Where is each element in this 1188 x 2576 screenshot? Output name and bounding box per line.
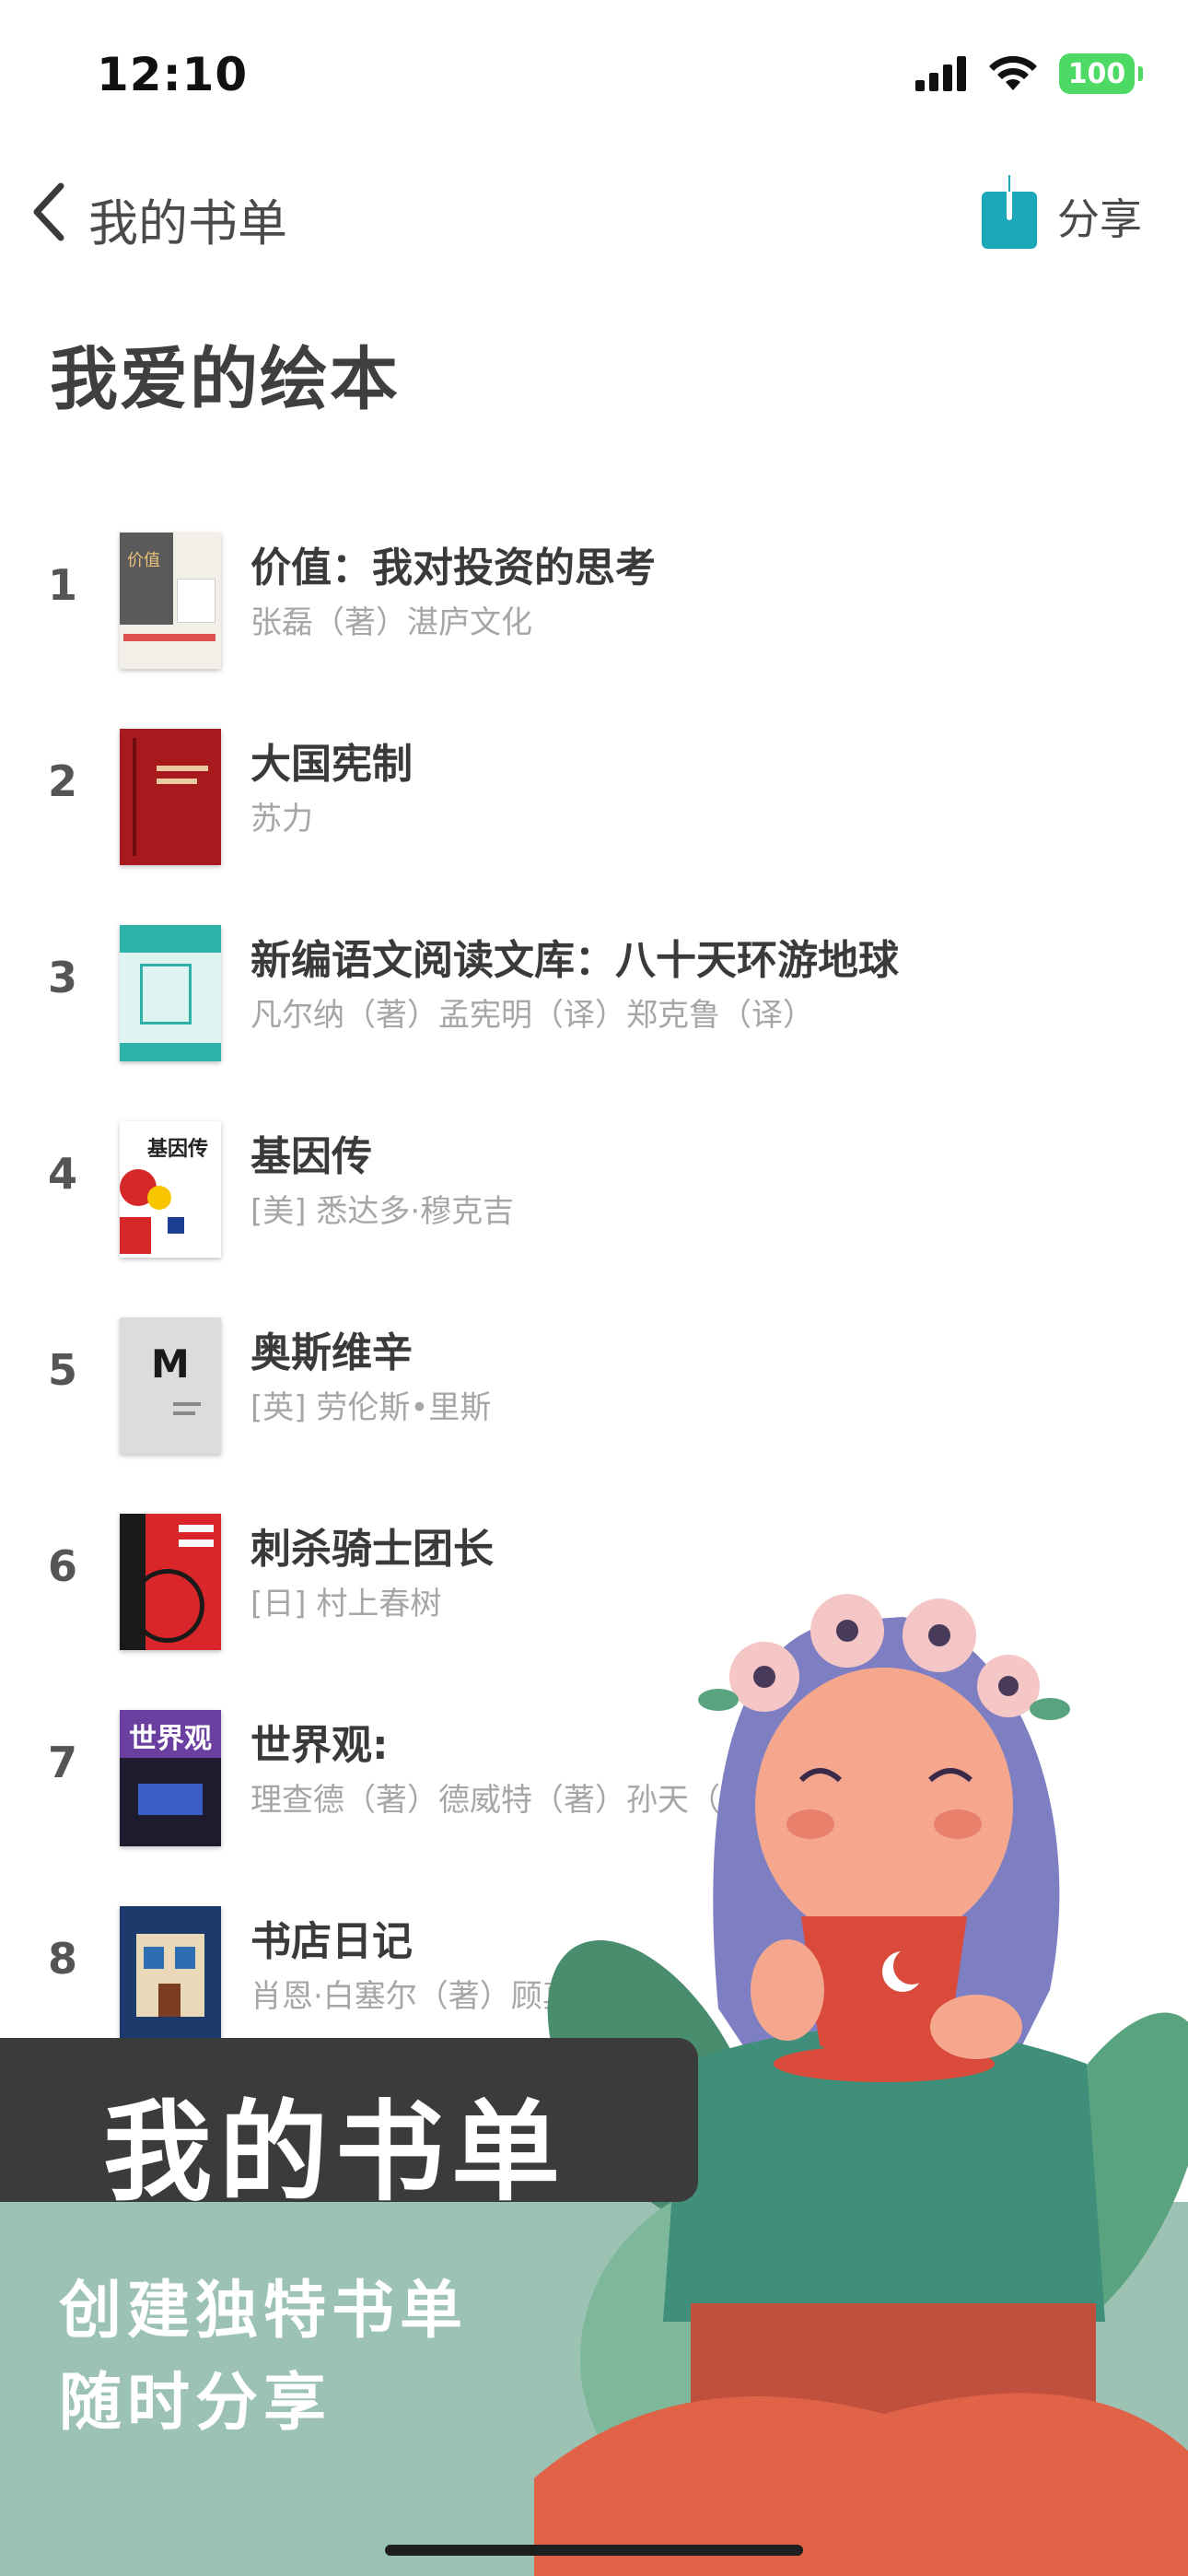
share-icon[interactable] [978,171,1041,251]
back-button-label[interactable]: 我的书单 [88,182,287,255]
book-title: 世界观: [250,1722,389,1769]
rank-number: 1 [47,560,77,610]
book-author: [日] 村上春树 [250,1586,442,1622]
promo-line-1: 创建独特书单 [59,2275,469,2348]
promo-line-2: 随时分享 [59,2367,332,2440]
book-title: 基因传 [250,1133,372,1180]
book-cover [120,729,221,865]
rank-number: 5 [47,1345,77,1395]
page-title: 我爱的绘本 [50,340,400,419]
book-author: 张磊（著）湛庐文化 [250,604,532,641]
cover-text: 价值 [127,551,160,570]
promo-banner-title: 我的书单 [103,2089,568,2216]
cover-text: M [151,1341,190,1387]
list-item[interactable]: 2 大国宪制 苏力 [0,712,1188,896]
book-cover: 世界观 [120,1710,221,1846]
book-author: 苏力 [250,801,313,837]
book-author: 肖恩·白塞尔（著）顾真 [250,1978,574,2015]
cover-text: 世界观 [129,1723,212,1755]
nav-bar: 我的书单 分享 [0,166,1188,258]
status-time: 12:10 [97,48,249,101]
rank-number: 3 [47,953,77,1002]
book-author: [美] 悉达多·穆克吉 [250,1193,515,1230]
rank-number: 8 [47,1934,77,1984]
list-item[interactable]: 3 新编语文阅读文库：八十天环游地球 凡尔纳（著）孟宪明（译）郑克鲁（译） [0,908,1188,1093]
list-item[interactable]: 1 价值 价值：我对投资的思考 张磊（著）湛庐文化 [0,516,1188,700]
wifi-icon [989,55,1037,90]
rank-number: 7 [47,1738,77,1787]
book-cover: 价值 [120,533,221,669]
home-indicator[interactable] [385,2545,803,2556]
book-author: [英] 劳伦斯•里斯 [250,1389,492,1426]
book-title: 大国宪制 [250,741,413,788]
status-indicators: 100 [915,53,1143,94]
signal-icon [915,56,966,91]
list-item[interactable]: 4 基因传 基因传 [美] 悉达多·穆克吉 [0,1105,1188,1289]
book-title: 书店日记 [250,1918,413,1965]
rank-number: 6 [47,1541,77,1591]
book-cover: M [120,1317,221,1454]
book-cover [120,1906,221,2043]
book-title: 新编语文阅读文库：八十天环游地球 [250,937,899,984]
rank-number: 2 [47,756,77,806]
book-cover [120,1514,221,1650]
book-author: 凡尔纳（著）孟宪明（译）郑克鲁（译） [250,997,814,1034]
book-title: 奥斯维辛 [250,1329,413,1376]
book-cover [120,925,221,1061]
share-button[interactable]: 分享 [1057,186,1142,247]
battery-level: 100 [1067,57,1126,90]
chevron-left-icon[interactable] [28,181,72,243]
book-title: 刺杀骑士团长 [250,1526,494,1573]
rank-number: 4 [47,1149,77,1199]
cover-text: 基因传 [147,1138,209,1161]
girl-drinking-tea-illustration [534,1594,1188,2576]
battery-icon: 100 [1059,53,1143,94]
book-cover: 基因传 [120,1121,221,1258]
book-title: 价值：我对投资的思考 [250,544,656,591]
